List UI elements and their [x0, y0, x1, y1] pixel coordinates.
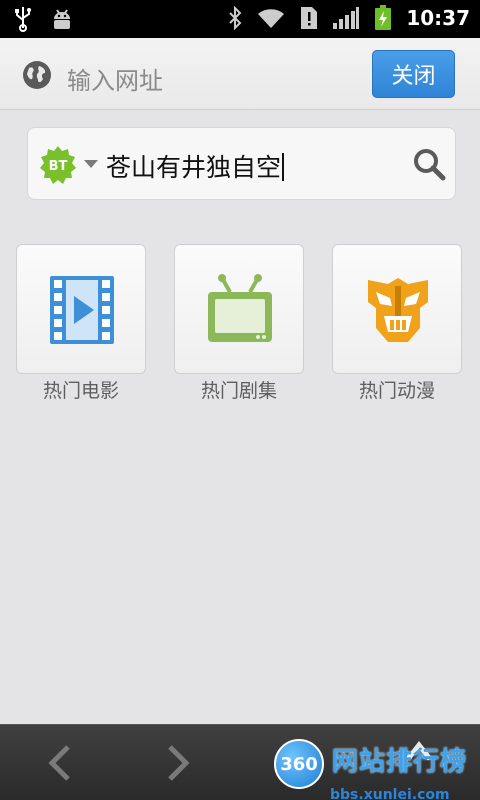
- chevron-right-icon[interactable]: [158, 741, 198, 785]
- category-grid: 热门电影 热门剧集 热门动漫: [16, 244, 464, 404]
- watermark-url: bbs.xunlei.com: [330, 787, 450, 800]
- clock: 10:37: [406, 6, 470, 30]
- category-movies[interactable]: 热门电影: [16, 244, 146, 402]
- bt-engine-badge-icon[interactable]: BT: [38, 145, 78, 185]
- search-box[interactable]: BT 苍山有井独自空: [27, 127, 456, 200]
- category-anime-label: 热门动漫: [358, 380, 435, 402]
- battery-charging-icon: [375, 5, 392, 30]
- bottom-toolbar: 360 网站排行榜 bbs.xunlei.com: [0, 724, 480, 800]
- address-bar[interactable]: 输入网址 关闭: [0, 38, 480, 110]
- category-anime[interactable]: 热门动漫: [332, 244, 462, 402]
- wifi-icon: [258, 9, 285, 29]
- search-query: 苍山有井独自空: [106, 153, 282, 182]
- status-bar: 10:37: [0, 0, 480, 38]
- bluetooth-icon: [229, 6, 242, 30]
- category-tv-series-label: 热门剧集: [200, 380, 277, 402]
- film-icon: [50, 276, 114, 344]
- search-icon[interactable]: [412, 147, 446, 181]
- category-anime-button[interactable]: [332, 244, 462, 374]
- engine-dropdown-icon[interactable]: [84, 160, 98, 168]
- watermark-logo: 360: [274, 739, 324, 789]
- android-debug-icon: [54, 9, 70, 29]
- sim-alert-icon: [301, 7, 318, 29]
- close-button[interactable]: 关闭: [372, 50, 455, 98]
- url-input-placeholder[interactable]: 输入网址: [67, 61, 163, 96]
- transformer-icon: [368, 278, 428, 342]
- category-movies-label: 热门电影: [42, 380, 119, 402]
- category-movies-button[interactable]: [16, 244, 146, 374]
- chevron-left-icon[interactable]: [40, 741, 80, 785]
- globe-icon: [23, 61, 51, 89]
- category-tv-series[interactable]: 热门剧集: [174, 244, 304, 402]
- watermark: 360 网站排行榜 bbs.xunlei.com: [274, 737, 480, 800]
- search-input[interactable]: 苍山有井独自空: [106, 148, 285, 184]
- usb-icon: [15, 7, 31, 32]
- bt-badge-label: BT: [49, 159, 68, 174]
- text-caret: [282, 153, 285, 181]
- watermark-title: 网站排行榜: [332, 747, 468, 777]
- tv-icon: [208, 274, 272, 342]
- category-tv-series-button[interactable]: [174, 244, 304, 374]
- signal-icon: [333, 7, 360, 29]
